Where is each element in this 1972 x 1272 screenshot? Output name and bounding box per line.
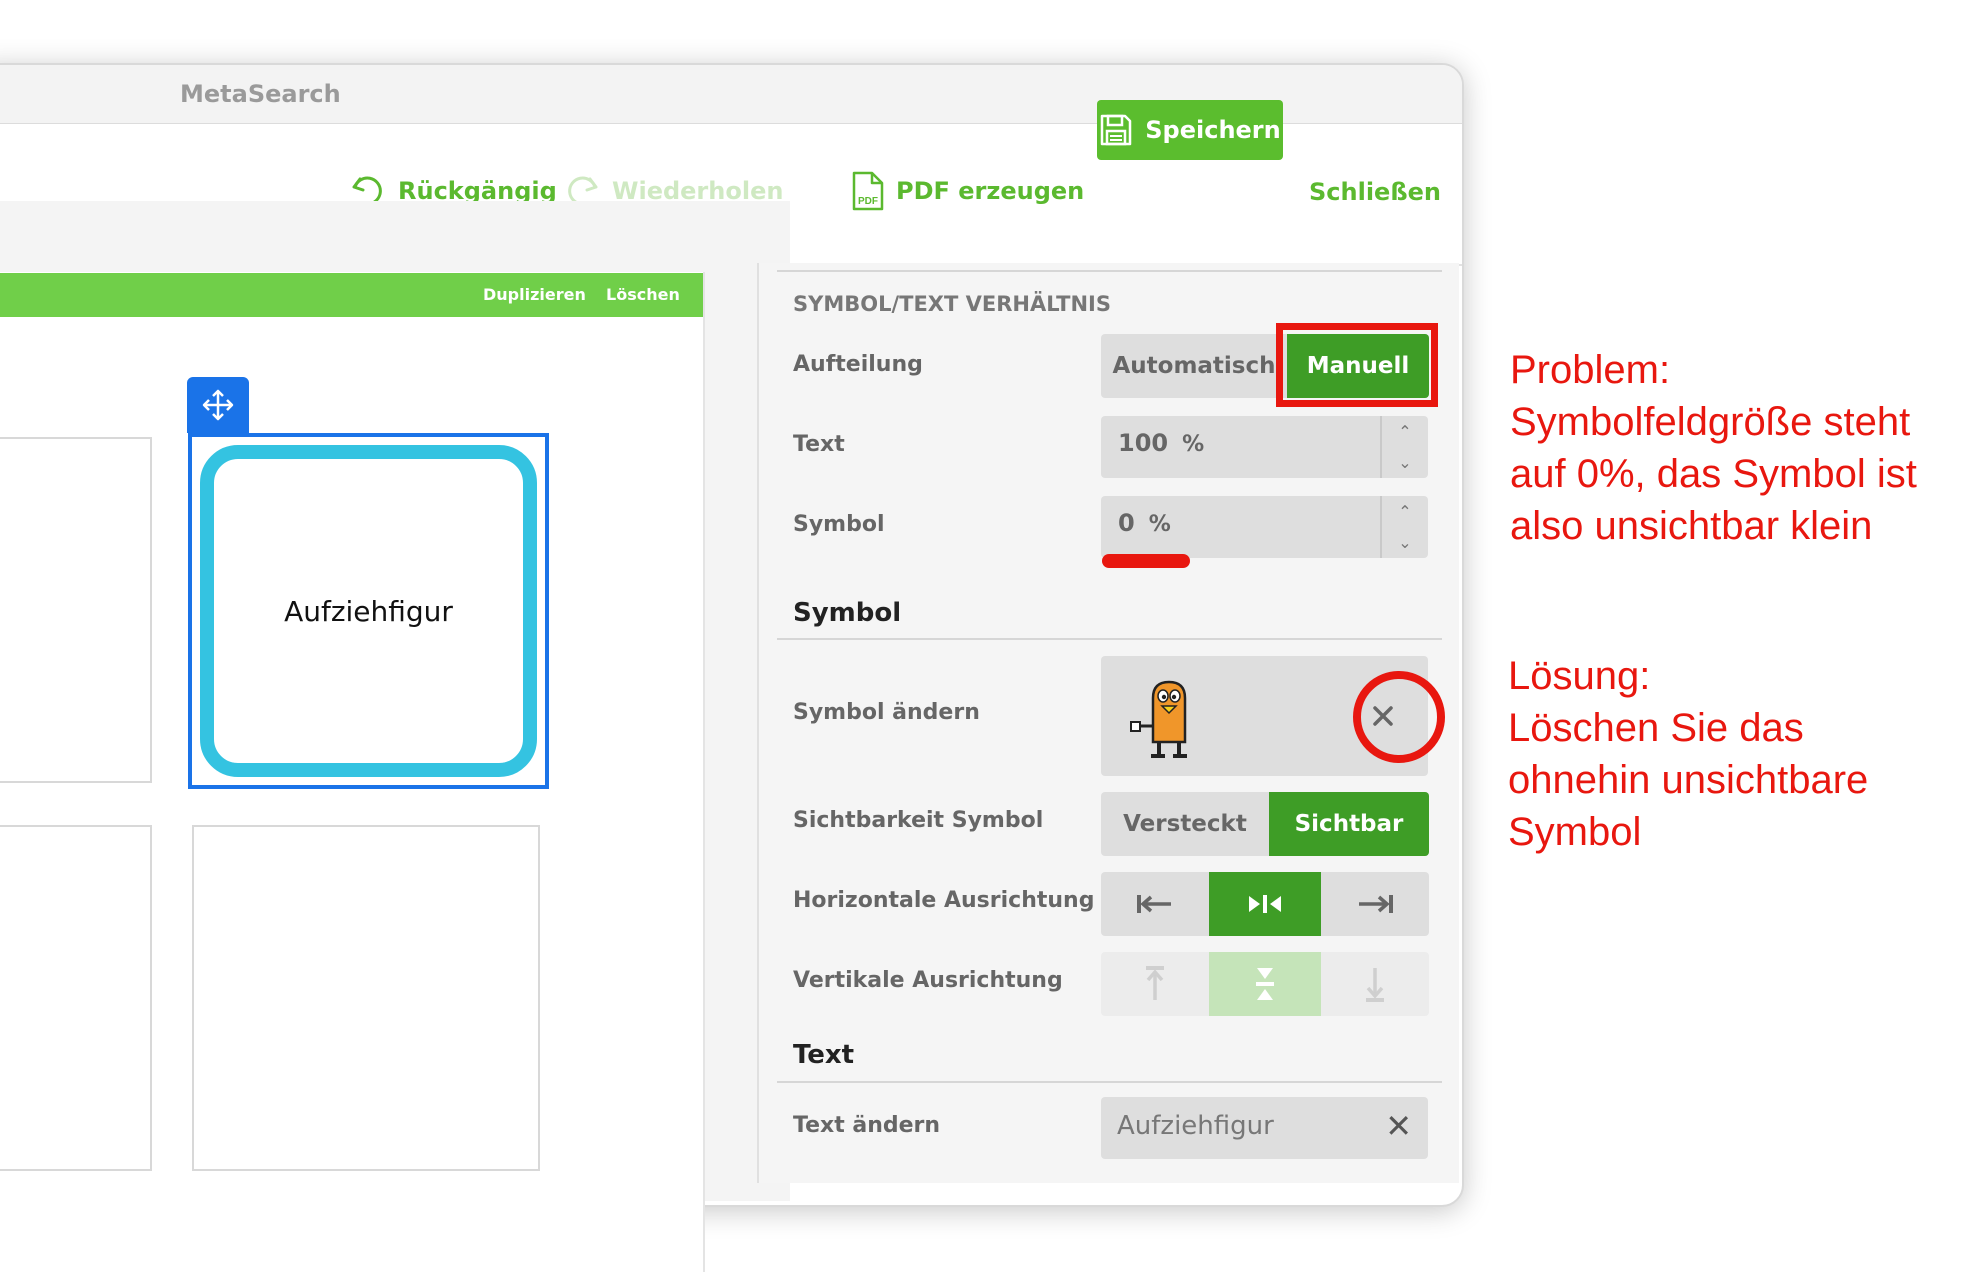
cell-text-field[interactable]: Aufziehfigur ✕: [1101, 1097, 1428, 1159]
chevron-up-icon[interactable]: ⌃: [1398, 502, 1411, 521]
ratio-section-title: SYMBOL/TEXT VERHÄLTNIS: [793, 292, 1111, 316]
text-section-title: Text: [793, 1040, 855, 1070]
symbol-ratio-stepper[interactable]: 0% ⌃ ⌄: [1101, 496, 1428, 558]
highlight-manual-box: [1276, 323, 1438, 407]
symbol-ratio-arrows[interactable]: ⌃ ⌄: [1380, 496, 1428, 558]
selected-cell[interactable]: Aufziehfigur: [188, 433, 549, 789]
cell-action-bar: Duplizieren Löschen: [0, 273, 703, 317]
chevron-down-icon[interactable]: ⌄: [1398, 453, 1411, 472]
panel-divider: [777, 1081, 1442, 1083]
delete-cell-button[interactable]: Löschen: [606, 285, 680, 304]
clear-text-icon[interactable]: ✕: [1385, 1107, 1412, 1145]
annotation-line: auf 0%, das Symbol ist: [1510, 452, 1917, 496]
window-title: MetaSearch: [180, 80, 341, 108]
close-button[interactable]: Schließen: [1309, 178, 1441, 206]
move-handle[interactable]: [187, 377, 249, 433]
symbol-section-title: Symbol: [793, 598, 902, 628]
align-left-button[interactable]: [1101, 872, 1209, 936]
symbol-ratio-value: 0%: [1118, 509, 1171, 537]
problem-annotation: Problem: Symbolfeldgröße steht auf 0%, d…: [1510, 344, 1917, 552]
chevron-down-icon[interactable]: ⌄: [1398, 533, 1411, 552]
cell-content: Aufziehfigur: [200, 445, 537, 777]
align-middle-icon: [1256, 968, 1274, 1000]
change-text-label: Text ändern: [793, 1113, 941, 1138]
align-bottom-icon: [1366, 968, 1384, 1002]
align-right-button[interactable]: [1321, 872, 1429, 936]
align-bottom-button: [1321, 952, 1429, 1016]
solution-annotation: Lösung: Löschen Sie das ohnehin unsichtb…: [1508, 650, 1868, 858]
visibility-toggle[interactable]: Versteckt Sichtbar: [1101, 792, 1429, 856]
align-top-button: [1101, 952, 1209, 1016]
windup-toy-icon: [1130, 680, 1187, 758]
align-right-icon: [1359, 895, 1393, 913]
horizontal-align-label: Horizontale Ausrichtung: [793, 888, 1095, 913]
horizontal-align-group[interactable]: [1101, 872, 1429, 936]
annotation-line: ohnehin unsichtbare: [1508, 758, 1869, 802]
grid-cell[interactable]: [0, 825, 152, 1171]
split-label: Aufteilung: [793, 352, 923, 377]
panel-divider: [777, 638, 1442, 640]
text-ratio-label: Text: [793, 432, 845, 457]
text-ratio-value: 100%: [1118, 429, 1205, 457]
save-button[interactable]: Speichern: [1097, 100, 1283, 160]
annotation-line: Problem:: [1510, 348, 1671, 392]
highlight-symbol-underline: [1102, 554, 1190, 568]
chevron-up-icon[interactable]: ⌃: [1398, 422, 1411, 441]
pdf-button[interactable]: PDF PDF erzeugen: [850, 171, 1084, 211]
split-option-automatic[interactable]: Automatisch: [1101, 334, 1287, 398]
cell-text-value[interactable]: Aufziehfigur: [1117, 1111, 1274, 1141]
text-ratio-stepper[interactable]: 100% ⌃ ⌄: [1101, 416, 1428, 478]
move-arrows-icon: [202, 389, 234, 421]
grid-cell[interactable]: [0, 437, 152, 783]
vertical-align-label: Vertikale Ausrichtung: [793, 968, 1063, 993]
align-top-icon: [1146, 966, 1164, 1000]
change-symbol-label: Symbol ändern: [793, 700, 980, 725]
align-left-icon: [1137, 895, 1171, 913]
text-ratio-arrows[interactable]: ⌃ ⌄: [1380, 416, 1428, 478]
cell-text: Aufziehfigur: [284, 594, 453, 628]
align-middle-button: [1209, 952, 1321, 1016]
pdf-icon: PDF: [852, 171, 884, 211]
visibility-label: Sichtbarkeit Symbol: [793, 808, 1044, 833]
highlight-remove-circle: [1353, 671, 1445, 763]
duplicate-button[interactable]: Duplizieren: [483, 285, 586, 304]
align-center-icon: [1249, 895, 1281, 913]
floppy-disk-icon: [1101, 114, 1132, 146]
close-label: Schließen: [1309, 178, 1441, 206]
annotation-line: Löschen Sie das: [1508, 706, 1804, 750]
annotation-line: Lösung:: [1508, 654, 1651, 698]
save-label: Speichern: [1145, 116, 1281, 144]
vertical-align-group: [1101, 952, 1429, 1016]
symbol-ratio-label: Symbol: [793, 512, 885, 537]
visibility-option-hidden[interactable]: Versteckt: [1101, 792, 1269, 856]
panel-divider: [777, 270, 1442, 272]
annotation-line: Symbolfeldgröße steht: [1510, 400, 1911, 444]
grid-cell[interactable]: [192, 825, 540, 1171]
align-center-button[interactable]: [1209, 872, 1321, 936]
visibility-option-visible[interactable]: Sichtbar: [1269, 792, 1429, 856]
annotation-line: Symbol: [1508, 810, 1642, 854]
svg-text:PDF: PDF: [858, 196, 878, 207]
annotation-line: also unsichtbar klein: [1510, 504, 1873, 548]
pdf-label: PDF erzeugen: [896, 177, 1085, 205]
